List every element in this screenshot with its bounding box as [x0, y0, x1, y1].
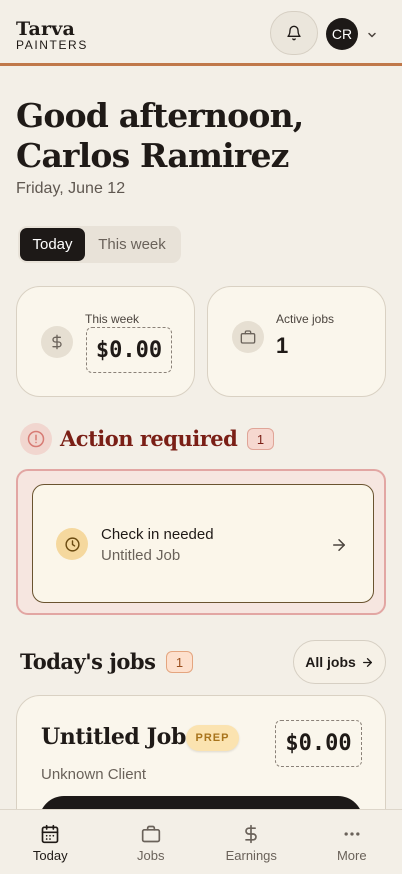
- app-header: Tarva PAINTERS CR: [0, 0, 402, 66]
- nav-label-jobs: Jobs: [137, 848, 165, 863]
- arrow-right-icon: [330, 536, 348, 559]
- dollar-icon: [245, 824, 258, 844]
- notifications-button[interactable]: [270, 11, 318, 55]
- toggle-today[interactable]: Today: [20, 228, 85, 261]
- dollar-icon: [41, 326, 73, 358]
- nav-item-earnings[interactable]: Earnings: [201, 810, 302, 874]
- earnings-card[interactable]: This week $0.00: [16, 286, 195, 397]
- bell-icon: [287, 25, 301, 41]
- brand-subtitle: PAINTERS: [16, 38, 88, 52]
- nav-label-more: More: [336, 848, 367, 863]
- earnings-value: $0.00: [86, 327, 172, 373]
- chevron-down-icon[interactable]: [366, 28, 378, 46]
- all-jobs-label: All jobs: [305, 654, 356, 670]
- active-jobs-value: 1: [276, 333, 289, 358]
- all-jobs-button[interactable]: All jobs: [293, 640, 386, 684]
- action-required-panel: Check in needed Untitled Job: [16, 469, 386, 615]
- current-date: Friday, June 12: [16, 180, 126, 197]
- nav-label-earnings: Earnings: [225, 848, 277, 863]
- action-required-title: Action required: [60, 426, 238, 451]
- action-item-subtitle: Untitled Job: [101, 547, 181, 564]
- calendar-icon: [41, 824, 59, 844]
- job-title: Untitled Job: [41, 724, 186, 750]
- greeting-heading: Good afternoon, Carlos Ramirez: [16, 96, 396, 176]
- greeting-line-1: Good afternoon,: [16, 96, 304, 135]
- action-required-count: 1: [247, 428, 274, 450]
- toggle-this-week[interactable]: This week: [85, 228, 179, 261]
- job-amount: $0.00: [275, 720, 362, 767]
- greeting-user-name: Carlos Ramirez: [16, 136, 289, 175]
- active-jobs-label: Active jobs: [276, 312, 335, 326]
- bottom-navigation: Today Jobs Earnings More: [0, 809, 402, 874]
- clock-icon: [56, 528, 88, 560]
- more-dots-icon: [344, 832, 360, 836]
- action-item-title: Check in needed: [101, 526, 214, 543]
- earnings-label: This week: [85, 312, 140, 326]
- nav-label-today: Today: [32, 848, 68, 863]
- brand-name: Tarva: [16, 18, 75, 40]
- avatar[interactable]: CR: [326, 18, 358, 50]
- active-jobs-card[interactable]: Active jobs 1: [207, 286, 386, 397]
- nav-item-jobs[interactable]: Jobs: [101, 810, 202, 874]
- arrow-right-icon: [362, 657, 372, 667]
- todays-jobs-count: 1: [166, 651, 193, 673]
- status-badge: PREP: [186, 725, 239, 751]
- job-client: Unknown Client: [41, 766, 147, 783]
- period-toggle: Today This week: [18, 226, 181, 263]
- nav-item-more[interactable]: More: [302, 810, 402, 874]
- briefcase-icon: [232, 321, 264, 353]
- nav-item-today[interactable]: Today: [0, 810, 101, 874]
- alert-icon: [20, 423, 52, 455]
- briefcase-icon: [141, 825, 160, 843]
- brand-logo[interactable]: Tarva PAINTERS: [16, 18, 88, 52]
- check-in-needed-item[interactable]: Check in needed Untitled Job: [32, 484, 374, 603]
- todays-jobs-title: Today's jobs: [20, 649, 156, 674]
